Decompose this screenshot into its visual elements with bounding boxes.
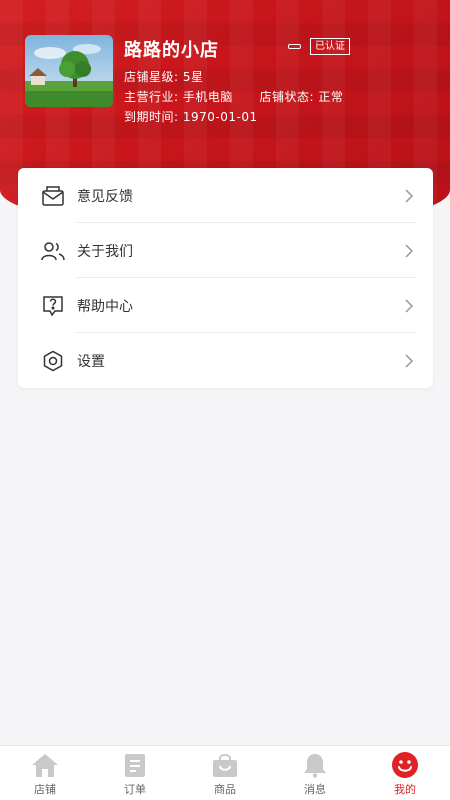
menu-label: 设置 [77, 353, 105, 370]
tab-goods[interactable]: 商品 [180, 746, 270, 800]
smiley-icon [391, 752, 419, 778]
settings-icon [41, 349, 65, 373]
chevron-right-icon [405, 188, 414, 203]
minus-icon [288, 44, 301, 49]
menu-label: 意见反馈 [77, 188, 133, 205]
home-icon [31, 752, 59, 778]
tab-label: 商品 [214, 783, 236, 796]
mail-icon [41, 184, 65, 208]
tab-messages[interactable]: 消息 [270, 746, 360, 800]
tab-label: 店铺 [34, 783, 56, 796]
industry-label: 主营行业: [124, 90, 179, 104]
shop-industry-row: 主营行业: 手机电脑 店铺状态: 正常 [124, 88, 343, 105]
chevron-right-icon [405, 353, 414, 368]
tab-label: 订单 [124, 783, 146, 796]
bottom-tab-bar: 店铺 订单 商品 消息 我的 [0, 745, 450, 800]
star-label: 店铺星级: [124, 70, 179, 84]
menu-label: 帮助中心 [77, 298, 133, 315]
menu-label: 关于我们 [77, 243, 133, 260]
verified-badge: 已认证 [310, 38, 350, 55]
shop-avatar[interactable] [25, 35, 113, 107]
shop-name: 路路的小店 [124, 40, 219, 61]
users-icon [41, 239, 65, 263]
bell-icon [301, 752, 329, 778]
bag-icon [211, 752, 239, 778]
status-label: 店铺状态: [259, 90, 315, 104]
tab-label: 我的 [394, 783, 416, 796]
clipboard-icon [121, 752, 149, 778]
chevron-right-icon [405, 298, 414, 313]
tab-orders[interactable]: 订单 [90, 746, 180, 800]
chevron-right-icon [405, 243, 414, 258]
expire-value: 1970-01-01 [182, 110, 258, 124]
star-value: 5星 [182, 70, 204, 84]
menu-card: 意见反馈 关于我们 帮助中心 设置 [18, 168, 433, 388]
status-value: 正常 [318, 90, 344, 104]
menu-item-about[interactable]: 关于我们 [18, 223, 433, 278]
tab-mine[interactable]: 我的 [360, 746, 450, 800]
tab-label: 消息 [304, 783, 326, 796]
expire-label: 到期时间: [124, 110, 179, 124]
help-icon [41, 294, 65, 318]
menu-item-feedback[interactable]: 意见反馈 [18, 168, 433, 223]
menu-item-help[interactable]: 帮助中心 [18, 278, 433, 333]
industry-value: 手机电脑 [182, 90, 233, 104]
menu-item-settings[interactable]: 设置 [18, 333, 433, 388]
tab-shop[interactable]: 店铺 [0, 746, 90, 800]
shop-expire-row: 到期时间: 1970-01-01 [124, 108, 258, 125]
shop-star-row: 店铺星级: 5星 [124, 68, 204, 85]
